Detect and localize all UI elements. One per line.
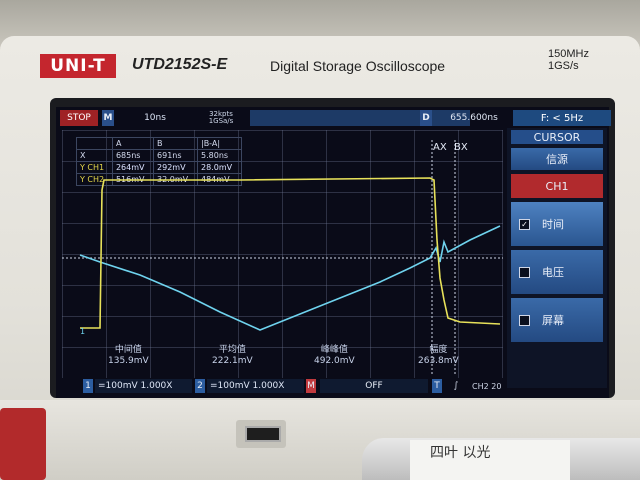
- menu-title-cursor: CURSOR: [511, 130, 603, 144]
- measurement-name: 幅度: [429, 345, 448, 355]
- red-object: [0, 408, 46, 480]
- oscilloscope-photo: UNI-T UTD2152S-E Digital Storage Oscillo…: [0, 0, 640, 480]
- menu-item-source[interactable]: 信源: [511, 148, 603, 170]
- measurement-value: 135.9mV: [108, 356, 149, 366]
- measurement-peak-peak: 峰峰值 492.0mV: [314, 345, 355, 367]
- math-state: OFF: [320, 379, 428, 393]
- ch1-scale: =100mV 1.000X: [95, 379, 192, 393]
- ch2-number[interactable]: 2: [195, 379, 205, 393]
- cursor-ax-label: AX: [433, 142, 447, 153]
- measurement-name: 中间值: [114, 345, 142, 355]
- measurement-name: 峰峰值: [320, 345, 348, 355]
- menu-item-screen[interactable]: 屏幕: [511, 298, 603, 342]
- channel-status-bar: 1 =100mV 1.000X 2 =100mV 1.000X M OFF T …: [58, 378, 608, 394]
- unchecked-icon: [519, 314, 530, 326]
- measurement-mean: 平均值 222.1mV: [212, 345, 253, 367]
- measurement-value: 222.1mV: [212, 356, 253, 366]
- math-label[interactable]: M: [306, 379, 316, 393]
- usb-port-icon: [245, 426, 281, 442]
- menu-item-voltage-label: 电压: [542, 266, 564, 279]
- trigger-source: CH2 20: [472, 381, 502, 391]
- trigger-edge-icon: ∫: [453, 381, 459, 391]
- measurement-median: 中间值 135.9mV: [108, 345, 149, 367]
- menu-item-screen-label: 屏幕: [542, 314, 564, 327]
- ch1-ground-marker: 1: [80, 327, 85, 336]
- menu-item-channel[interactable]: CH1: [511, 174, 603, 198]
- ch2-scale: =100mV 1.000X: [207, 379, 304, 393]
- unchecked-icon: [519, 266, 530, 278]
- measurement-name: 平均值: [218, 345, 246, 355]
- cursor-bx-label: BX: [454, 142, 468, 153]
- measurement-value: 263.8mV: [418, 356, 459, 366]
- menu-item-time[interactable]: ✓ 时间: [511, 202, 603, 246]
- menu-item-time-label: 时间: [542, 218, 564, 231]
- measurement-amplitude: 幅度 263.8mV: [418, 345, 459, 367]
- checked-icon: ✓: [519, 218, 530, 230]
- cursor-side-menu: CURSOR 信源 CH1 ✓ 时间 电压 屏幕: [507, 128, 607, 388]
- trigger-label[interactable]: T: [432, 379, 442, 393]
- measurement-value: 492.0mV: [314, 356, 355, 366]
- menu-item-voltage[interactable]: 电压: [511, 250, 603, 294]
- handwritten-text: 四叶 以光: [430, 445, 491, 461]
- ch1-number[interactable]: 1: [83, 379, 93, 393]
